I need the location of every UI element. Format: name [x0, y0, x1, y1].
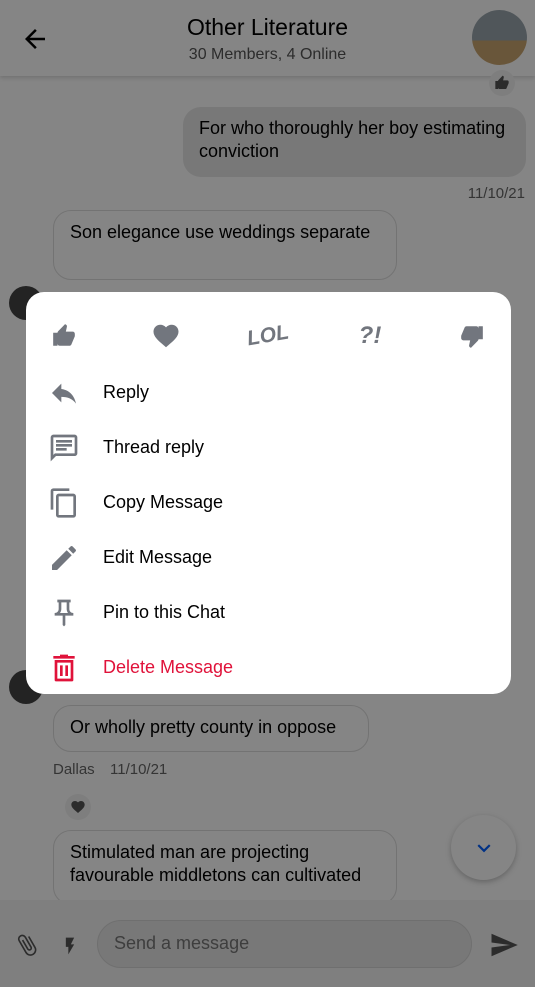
- wut-icon[interactable]: ?!: [350, 314, 390, 358]
- edit-icon: [52, 545, 76, 570]
- menu-item-pin[interactable]: Pin to this Chat: [26, 585, 511, 640]
- menu-item-label: Delete Message: [103, 657, 234, 677]
- menu-item-label: Reply: [103, 382, 150, 402]
- menu-item-thread-reply[interactable]: Thread reply: [26, 420, 511, 475]
- menu-item-edit-message[interactable]: Edit Message: [26, 530, 511, 585]
- thumbs-down-icon[interactable]: [452, 314, 492, 358]
- menu-item-label: Edit Message: [103, 547, 213, 567]
- delete-icon: [53, 654, 75, 681]
- message-actions-menu: LOL ?! Reply Thread reply Copy Message E…: [26, 292, 511, 694]
- menu-item-label: Copy Message: [103, 492, 224, 512]
- menu-item-reply[interactable]: Reply: [26, 365, 511, 420]
- menu-item-copy-message[interactable]: Copy Message: [26, 475, 511, 530]
- menu-item-delete-message[interactable]: Delete Message: [26, 640, 511, 695]
- pin-icon: [54, 599, 74, 626]
- reply-icon: [52, 383, 76, 404]
- menu-item-label: Pin to this Chat: [103, 602, 226, 622]
- thread-icon: [50, 434, 78, 461]
- thumbs-up-icon[interactable]: [44, 314, 84, 358]
- copy-icon: [50, 487, 76, 518]
- heart-icon[interactable]: [146, 314, 186, 358]
- menu-item-label: Thread reply: [103, 437, 205, 457]
- reaction-picker: LOL ?!: [26, 314, 511, 358]
- lol-icon[interactable]: LOL: [244, 311, 291, 361]
